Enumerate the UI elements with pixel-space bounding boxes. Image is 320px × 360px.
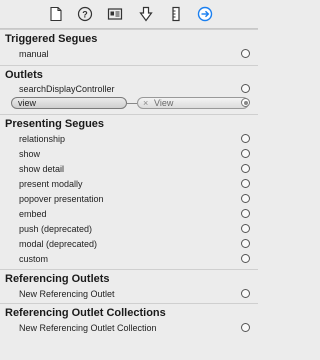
- connection-circle-icon[interactable]: [241, 84, 250, 93]
- disconnect-x-icon[interactable]: ×: [143, 96, 148, 111]
- presenting-segue-row: present modally: [0, 177, 258, 192]
- section-triggered-segues-header: Triggered Segues: [0, 29, 258, 47]
- segue-label: embed: [19, 209, 47, 219]
- identity-icon[interactable]: [107, 6, 123, 22]
- presenting-segue-row: modal (deprecated): [0, 237, 258, 252]
- connections-icon[interactable]: [197, 6, 213, 22]
- presenting-segue-row: push (deprecated): [0, 222, 258, 237]
- referencing-outlet-collection-label: New Referencing Outlet Collection: [19, 323, 157, 333]
- connection-circle-icon[interactable]: [241, 209, 250, 218]
- connection-circle-icon[interactable]: [241, 254, 250, 263]
- file-icon[interactable]: [48, 6, 64, 22]
- connection-circle-icon[interactable]: [241, 149, 250, 158]
- connection-line: [127, 103, 137, 104]
- segue-label: manual: [19, 49, 49, 59]
- segue-label: custom: [19, 254, 49, 264]
- connection-circle-icon[interactable]: [241, 224, 250, 233]
- connection-target-pill[interactable]: × View: [137, 97, 249, 109]
- segue-label: popover presentation: [19, 194, 104, 204]
- section-outlets-header: Outlets: [0, 65, 258, 83]
- connection-target-label: View: [154, 98, 174, 108]
- referencing-outlet-label: New Referencing Outlet: [19, 289, 115, 299]
- attributes-icon[interactable]: [138, 6, 154, 22]
- outlet-label: searchDisplayController: [19, 84, 115, 94]
- size-icon[interactable]: [168, 6, 184, 22]
- presenting-segue-row: show: [0, 147, 258, 162]
- connection-circle-icon[interactable]: [241, 179, 250, 188]
- presenting-segue-row: embed: [0, 207, 258, 222]
- connection-circle-icon[interactable]: [241, 49, 250, 58]
- segue-label: show: [19, 149, 41, 159]
- connection-circle-icon[interactable]: [241, 164, 250, 173]
- outlet-pill[interactable]: view: [11, 97, 127, 109]
- connected-circle-icon[interactable]: [241, 98, 250, 107]
- svg-text:?: ?: [82, 10, 88, 20]
- segue-label: modal (deprecated): [19, 239, 98, 249]
- presenting-segue-row: custom: [0, 252, 258, 267]
- segue-label: relationship: [19, 134, 66, 144]
- connection-circle-icon[interactable]: [241, 323, 250, 332]
- section-presenting-segues-header: Presenting Segues: [0, 114, 258, 132]
- presenting-segue-row: popover presentation: [0, 192, 258, 207]
- connection-circle-icon[interactable]: [241, 134, 250, 143]
- connection-circle-icon[interactable]: [241, 239, 250, 248]
- outlet-label: view: [18, 98, 37, 108]
- segue-label: show detail: [19, 164, 65, 174]
- outlet-row: searchDisplayController: [0, 82, 258, 97]
- connection-circle-icon[interactable]: [241, 194, 250, 203]
- help-icon[interactable]: ?: [77, 6, 93, 22]
- segue-label: present modally: [19, 179, 83, 189]
- inspector-toolbar: ?: [0, 0, 258, 29]
- outlet-row-connected: view × View: [0, 96, 258, 111]
- segue-label: push (deprecated): [19, 224, 93, 234]
- referencing-outlet-row: New Referencing Outlet: [0, 287, 258, 302]
- presenting-segue-row: show detail: [0, 162, 258, 177]
- triggered-segue-row: manual: [0, 47, 258, 62]
- referencing-outlet-collection-row: New Referencing Outlet Collection: [0, 321, 258, 336]
- connection-circle-icon[interactable]: [241, 289, 250, 298]
- section-referencing-outlets-header: Referencing Outlets: [0, 269, 258, 287]
- section-referencing-outlet-collections-header: Referencing Outlet Collections: [0, 303, 258, 321]
- presenting-segue-row: relationship: [0, 132, 258, 147]
